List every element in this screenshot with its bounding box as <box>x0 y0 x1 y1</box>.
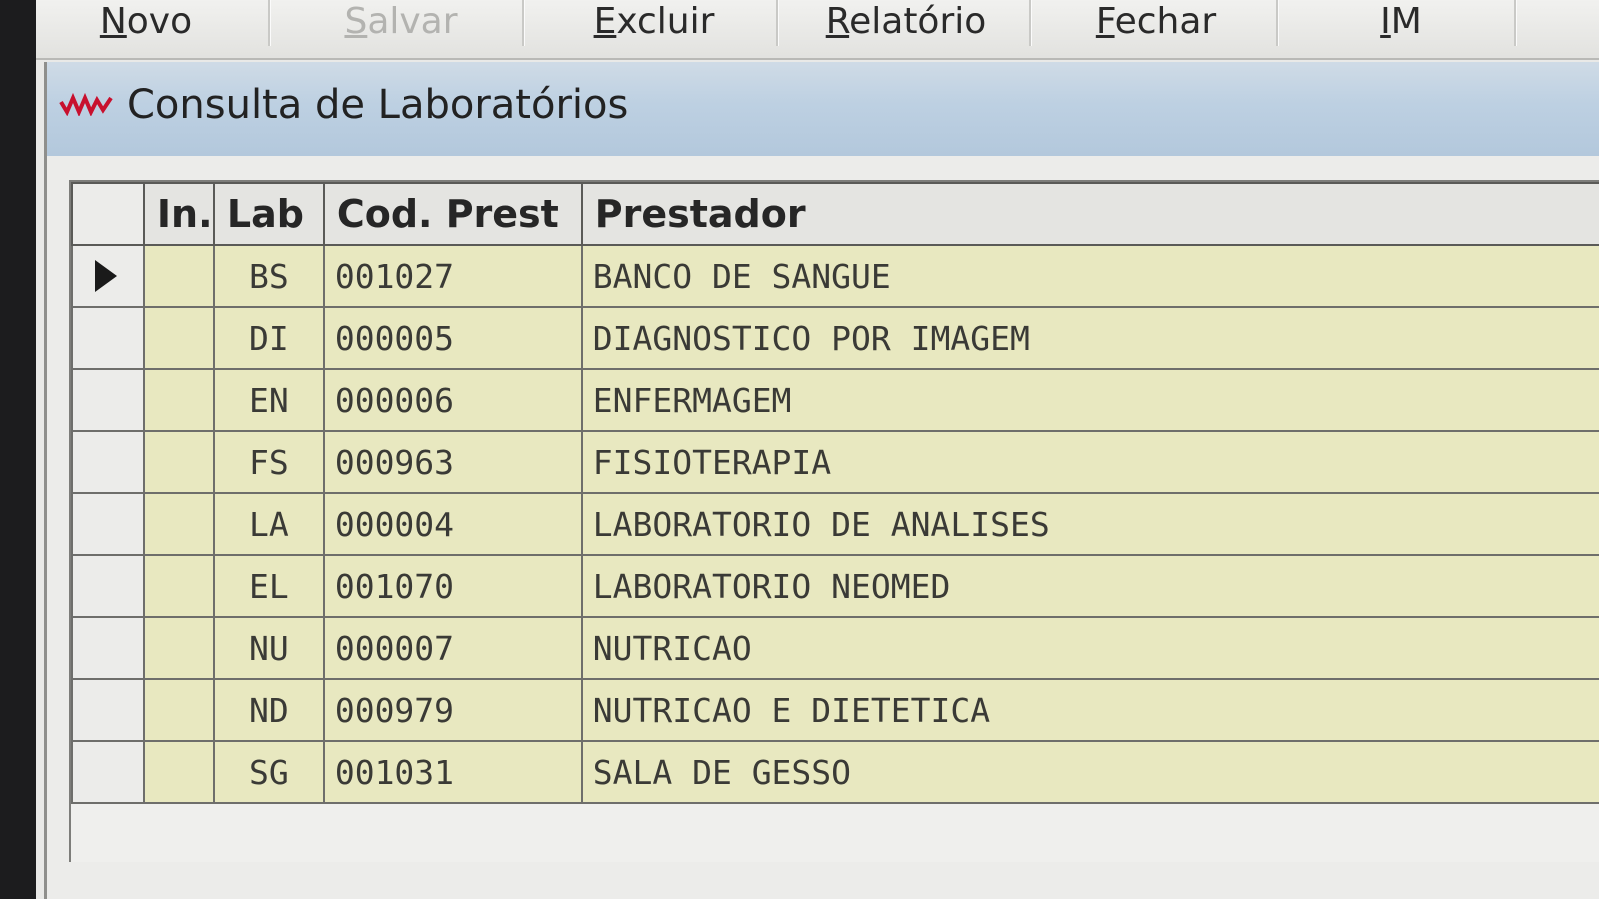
table-row[interactable]: NU 000007 NUTRICAO <box>71 616 1599 680</box>
row-indicator[interactable] <box>71 616 145 680</box>
lab-query-window: Consulta de Laboratórios In. Lab Cod. Pr <box>44 62 1599 899</box>
table-row[interactable]: ND 000979 NUTRICAO E DIETETICA <box>71 678 1599 742</box>
cell-prestador[interactable]: LABORATORIO NEOMED <box>580 554 1599 618</box>
cell-cod-prest[interactable]: 001070 <box>322 554 583 618</box>
toolbar-separator <box>522 0 525 46</box>
new-button-label: Novo <box>99 0 193 42</box>
cell-lab[interactable]: EL <box>212 554 325 618</box>
cell-lab[interactable]: EN <box>212 368 325 432</box>
delete-button-label: Excluir <box>593 0 715 42</box>
current-row-arrow-icon <box>95 260 117 292</box>
cell-cod-prest[interactable]: 000005 <box>322 306 583 370</box>
cell-lab[interactable]: SG <box>212 740 325 804</box>
cell-prestador[interactable]: BANCO DE SANGUE <box>580 244 1599 308</box>
row-indicator[interactable] <box>71 492 145 556</box>
cell-prestador[interactable]: ENFERMAGEM <box>580 368 1599 432</box>
cell-in[interactable] <box>142 678 215 742</box>
cell-in[interactable] <box>142 616 215 680</box>
column-header-prestador[interactable]: Prestador <box>580 182 1599 246</box>
close-button[interactable]: Fechar <box>1076 0 1236 50</box>
window-title: Consulta de Laboratórios <box>127 82 629 128</box>
row-indicator[interactable] <box>71 740 145 804</box>
cell-in[interactable] <box>142 740 215 804</box>
toolbar-separator <box>1514 0 1517 46</box>
window-titlebar[interactable]: Consulta de Laboratórios <box>47 62 1599 156</box>
cell-cod-prest[interactable]: 000004 <box>322 492 583 556</box>
cell-lab[interactable]: LA <box>212 492 325 556</box>
cell-in[interactable] <box>142 368 215 432</box>
report-button-label: Relatório <box>825 0 987 42</box>
grid-empty-area <box>69 862 1599 899</box>
cell-cod-prest[interactable]: 001031 <box>322 740 583 804</box>
column-header-indicator <box>71 182 145 246</box>
save-button[interactable]: Salvar <box>321 0 481 50</box>
table-header-row: In. Lab Cod. Prest Prestador <box>71 182 1599 246</box>
cell-lab[interactable]: BS <box>212 244 325 308</box>
im-button-label: IM <box>1380 0 1422 42</box>
row-indicator[interactable] <box>71 306 145 370</box>
toolbar-separator <box>268 0 271 46</box>
new-button[interactable]: Novo <box>76 0 216 50</box>
labs-table: In. Lab Cod. Prest Prestador BS 001027 B… <box>71 182 1599 804</box>
cell-prestador[interactable]: NUTRICAO <box>580 616 1599 680</box>
cell-in[interactable] <box>142 244 215 308</box>
cell-lab[interactable]: NU <box>212 616 325 680</box>
cell-prestador[interactable]: NUTRICAO E DIETETICA <box>580 678 1599 742</box>
cell-prestador[interactable]: SALA DE GESSO <box>580 740 1599 804</box>
table-row[interactable]: LA 000004 LABORATORIO DE ANALISES <box>71 492 1599 556</box>
row-indicator[interactable] <box>71 244 145 308</box>
cell-in[interactable] <box>142 306 215 370</box>
cell-cod-prest[interactable]: 000963 <box>322 430 583 494</box>
cell-lab[interactable]: DI <box>212 306 325 370</box>
delete-button[interactable]: Excluir <box>574 0 734 50</box>
row-indicator[interactable] <box>71 678 145 742</box>
row-indicator[interactable] <box>71 554 145 618</box>
report-button[interactable]: Relatório <box>806 0 1006 50</box>
cell-cod-prest[interactable]: 000006 <box>322 368 583 432</box>
cell-in[interactable] <box>142 492 215 556</box>
screen: Novo Salvar Excluir Relatório Fechar IM … <box>36 0 1599 899</box>
column-header-cod-prest[interactable]: Cod. Prest <box>322 182 583 246</box>
toolbar-separator <box>1276 0 1279 46</box>
save-button-label: Salvar <box>344 0 458 42</box>
cell-cod-prest[interactable]: 000007 <box>322 616 583 680</box>
cell-in[interactable] <box>142 430 215 494</box>
cell-in[interactable] <box>142 554 215 618</box>
table-row[interactable]: SG 001031 SALA DE GESSO <box>71 740 1599 804</box>
table-row[interactable]: EL 001070 LABORATORIO NEOMED <box>71 554 1599 618</box>
toolbar-separator <box>1029 0 1032 46</box>
column-header-in[interactable]: In. <box>142 182 215 246</box>
cell-cod-prest[interactable]: 001027 <box>322 244 583 308</box>
toolbar-separator <box>776 0 779 46</box>
cell-lab[interactable]: FS <box>212 430 325 494</box>
cell-lab[interactable]: ND <box>212 678 325 742</box>
table-row[interactable]: EN 000006 ENFERMAGEM <box>71 368 1599 432</box>
table-row[interactable]: BS 001027 BANCO DE SANGUE <box>71 244 1599 308</box>
row-indicator[interactable] <box>71 368 145 432</box>
cell-prestador[interactable]: DIAGNOSTICO POR IMAGEM <box>580 306 1599 370</box>
toolbar: Novo Salvar Excluir Relatório Fechar IM <box>36 0 1599 60</box>
cell-prestador[interactable]: FISIOTERAPIA <box>580 430 1599 494</box>
table-row[interactable]: DI 000005 DIAGNOSTICO POR IMAGEM <box>71 306 1599 370</box>
cell-prestador[interactable]: LABORATORIO DE ANALISES <box>580 492 1599 556</box>
close-button-label: Fechar <box>1095 0 1217 42</box>
row-indicator[interactable] <box>71 430 145 494</box>
labs-grid[interactable]: In. Lab Cod. Prest Prestador BS 001027 B… <box>69 180 1599 862</box>
table-row[interactable]: FS 000963 FISIOTERAPIA <box>71 430 1599 494</box>
column-header-lab[interactable]: Lab <box>212 182 325 246</box>
cell-cod-prest[interactable]: 000979 <box>322 678 583 742</box>
lab-logo-icon <box>59 92 113 116</box>
im-button[interactable]: IM <box>1346 0 1456 50</box>
